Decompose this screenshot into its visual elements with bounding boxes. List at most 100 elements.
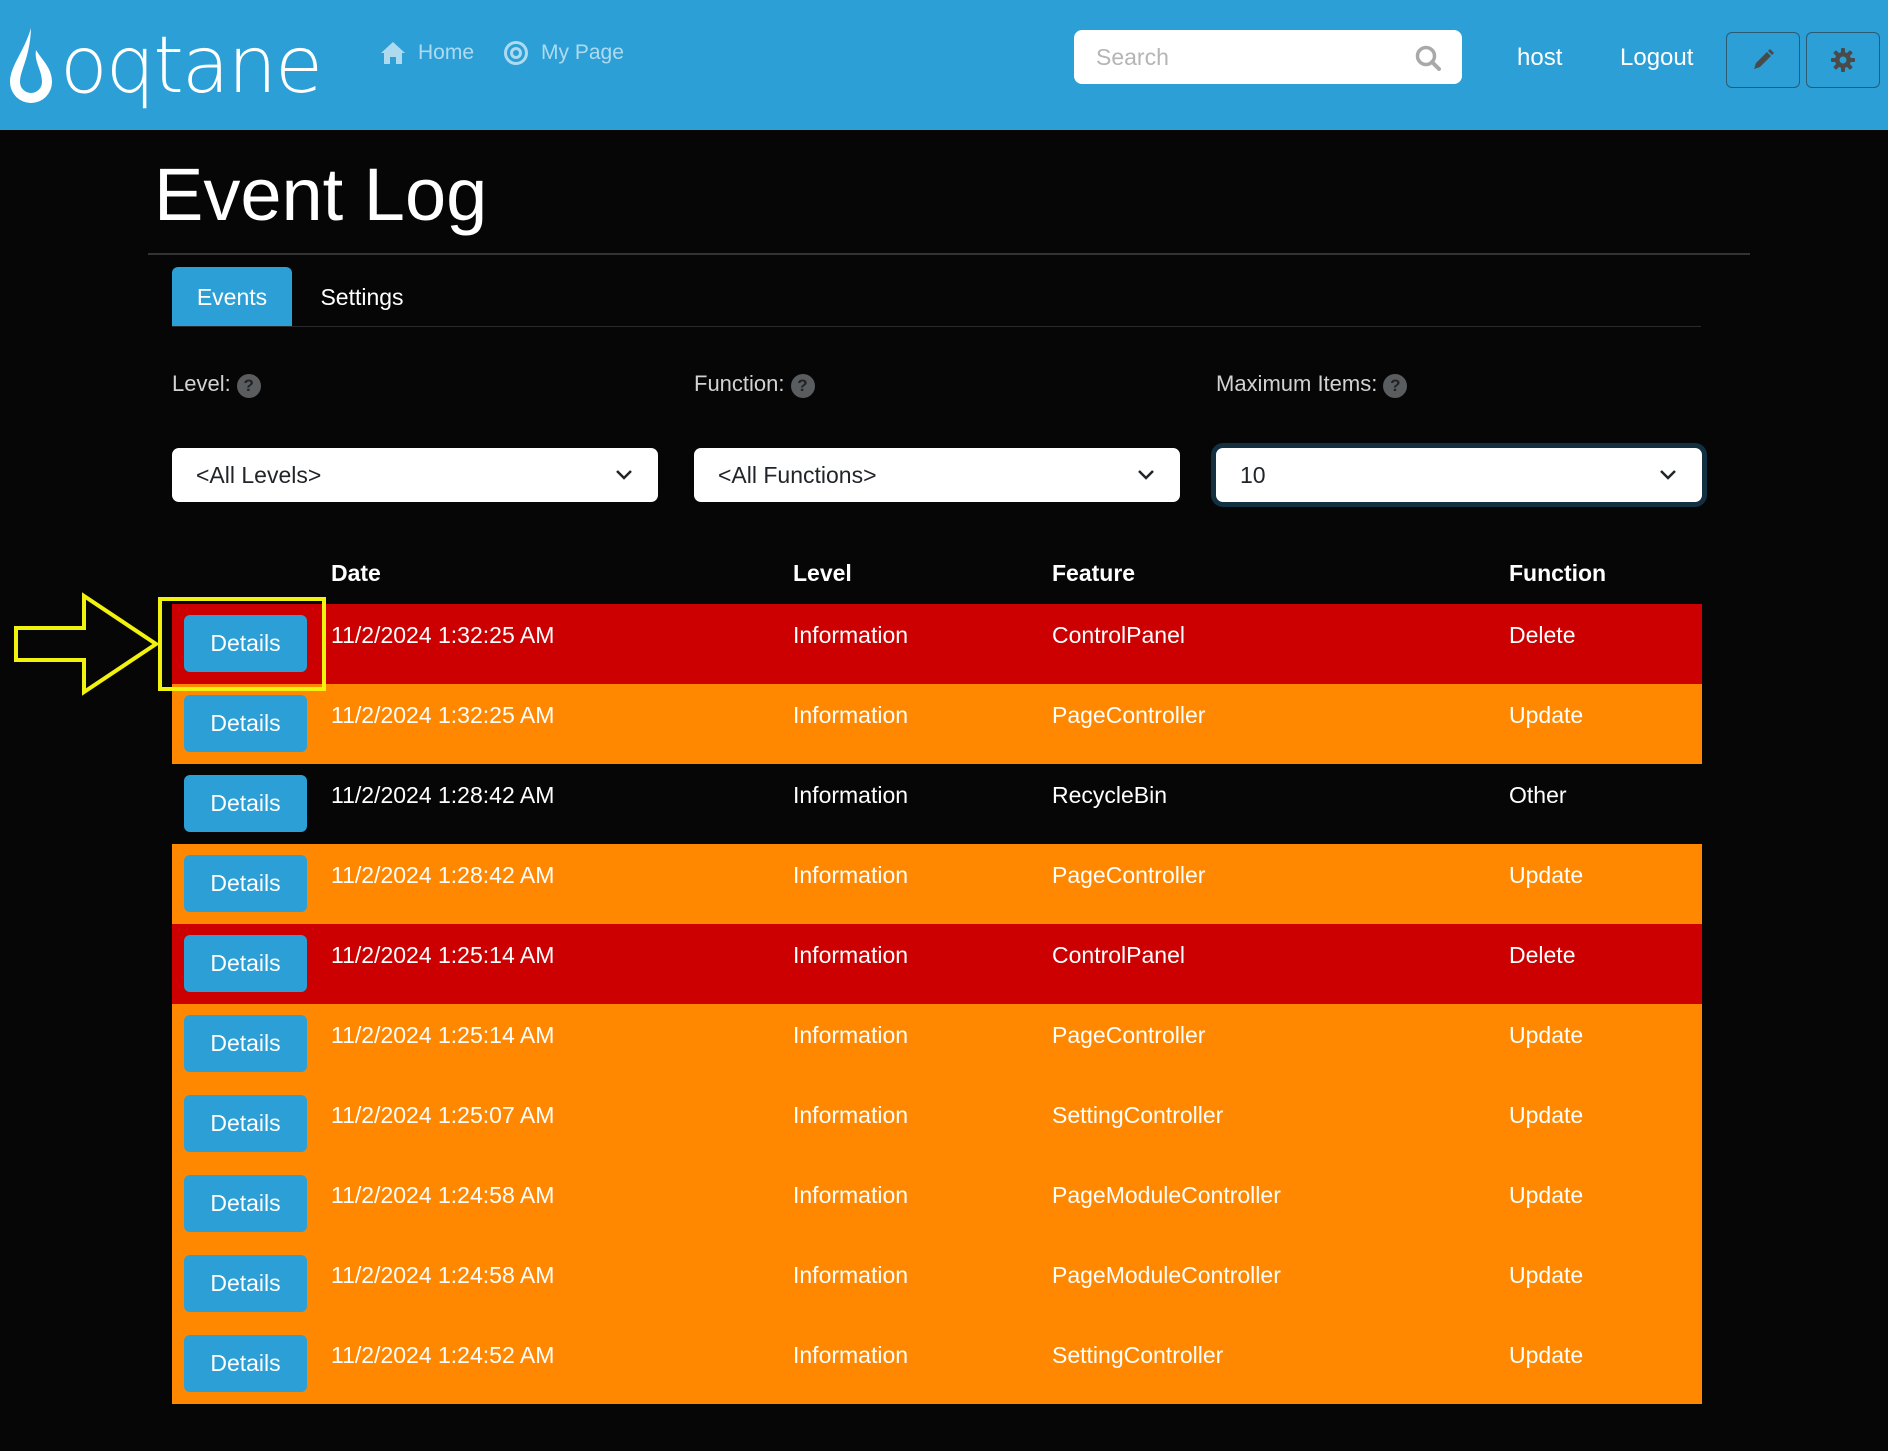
table-row: Details 11/2/2024 1:32:25 AM Information Co… (172, 604, 1702, 684)
details-button[interactable]: Details (184, 695, 307, 752)
function-cell: Update (1509, 1342, 1584, 1368)
level-select-value: <All Levels> (196, 461, 322, 488)
column-header-function: Function (1509, 560, 1607, 586)
search-box (1074, 30, 1462, 84)
feature-cell: PageModuleController (1052, 1262, 1281, 1288)
title-divider (148, 253, 1750, 255)
table-row: Details 11/2/2024 1:25:14 AM Information Pa… (172, 1004, 1702, 1084)
feature-cell: SettingController (1052, 1342, 1224, 1368)
function-label-text: Function: (694, 371, 785, 396)
annotation-arrow-icon (14, 592, 160, 696)
level-cell: Information (793, 1022, 909, 1048)
max-items-label: Maximum Items: ? (1216, 370, 1408, 398)
table-row: Details 11/2/2024 1:25:07 AM Information Se… (172, 1084, 1702, 1164)
date-cell: 11/2/2024 1:25:07 AM (331, 1102, 555, 1128)
chevron-down-icon (616, 470, 632, 480)
column-header-feature: Feature (1052, 560, 1136, 586)
feature-cell: PageModuleController (1052, 1182, 1281, 1208)
date-cell: 11/2/2024 1:24:58 AM (331, 1182, 555, 1208)
level-cell: Information (793, 1182, 909, 1208)
date-cell: 11/2/2024 1:25:14 AM (331, 1022, 555, 1048)
table-row: Details 11/2/2024 1:24:58 AM Information Pa… (172, 1244, 1702, 1324)
gear-icon (1831, 48, 1855, 72)
logout-link[interactable]: Logout (1620, 44, 1693, 72)
function-cell: Update (1509, 1262, 1584, 1288)
nav-my-page-label: My Page (541, 41, 624, 64)
table-row: Details 11/2/2024 1:25:14 AM Information Co… (172, 924, 1702, 1004)
page-title: Event Log (154, 153, 488, 236)
level-cell: Information (793, 782, 909, 808)
search-icon (1415, 45, 1441, 71)
feature-cell: PageController (1052, 702, 1206, 728)
function-cell: Other (1509, 782, 1567, 808)
details-button[interactable]: Details (184, 1335, 307, 1392)
details-button[interactable]: Details (184, 855, 307, 912)
details-button[interactable]: Details (184, 1175, 307, 1232)
details-button[interactable]: Details (184, 1095, 307, 1152)
oqtane-logo[interactable]: oqtane (6, 24, 346, 108)
search-button[interactable] (1412, 42, 1444, 74)
date-cell: 11/2/2024 1:28:42 AM (331, 862, 555, 888)
function-cell: Delete (1509, 942, 1576, 968)
tab-divider (172, 326, 1701, 327)
details-button[interactable]: Details (184, 615, 307, 672)
nav-home[interactable]: Home (380, 38, 474, 68)
table-row: Details 11/2/2024 1:24:58 AM Information Pa… (172, 1164, 1702, 1244)
function-select-value: <All Functions> (718, 461, 877, 488)
control-panel-button[interactable] (1806, 32, 1880, 88)
details-button[interactable]: Details (184, 1015, 307, 1072)
nav-home-label: Home (418, 41, 475, 64)
feature-cell: ControlPanel (1052, 942, 1185, 968)
tab-events[interactable]: Events (172, 267, 292, 327)
date-cell: 11/2/2024 1:32:25 AM (331, 622, 555, 648)
help-icon[interactable]: ? (236, 374, 261, 398)
level-cell: Information (793, 942, 909, 968)
user-link[interactable]: host (1517, 44, 1562, 72)
details-button[interactable]: Details (184, 1255, 307, 1312)
function-cell: Update (1509, 702, 1584, 728)
level-cell: Information (793, 1102, 909, 1128)
date-cell: 11/2/2024 1:32:25 AM (331, 702, 555, 728)
tab-settings[interactable]: Settings (298, 267, 426, 327)
table-row: Details 11/2/2024 1:28:42 AM Information Re… (172, 764, 1702, 844)
table-row: Details 11/2/2024 1:28:42 AM Information Pa… (172, 844, 1702, 924)
feature-cell: SettingController (1052, 1102, 1224, 1128)
search-input[interactable] (1096, 30, 1396, 84)
top-navbar: oqtane Home My Page host Logout (0, 0, 1888, 130)
date-cell: 11/2/2024 1:28:42 AM (331, 782, 555, 808)
column-header-level: Level (793, 560, 852, 586)
target-icon (504, 41, 528, 65)
level-cell: Information (793, 622, 909, 648)
table-row: Details 11/2/2024 1:24:52 AM Information Se… (172, 1324, 1702, 1404)
date-cell: 11/2/2024 1:25:14 AM (331, 942, 555, 968)
home-icon (381, 42, 405, 64)
max-items-select[interactable]: 10 (1216, 448, 1702, 502)
help-icon[interactable]: ? (1383, 374, 1408, 398)
column-header-date: Date (331, 560, 381, 586)
max-items-label-text: Maximum Items: (1216, 371, 1378, 396)
feature-cell: PageController (1052, 1022, 1206, 1048)
max-items-select-value: 10 (1240, 461, 1266, 488)
logo-text: oqtane (60, 21, 323, 111)
function-cell: Update (1509, 1022, 1584, 1048)
function-cell: Update (1509, 1102, 1584, 1128)
details-button[interactable]: Details (184, 935, 307, 992)
level-cell: Information (793, 1262, 909, 1288)
chevron-down-icon (1660, 470, 1676, 480)
function-select[interactable]: <All Functions> (694, 448, 1180, 502)
function-filter-label: Function: ? (694, 370, 815, 398)
chevron-down-icon (1138, 470, 1154, 480)
droplet-logo-icon (10, 28, 52, 103)
date-cell: 11/2/2024 1:24:58 AM (331, 1262, 555, 1288)
edit-mode-button[interactable] (1726, 32, 1800, 88)
level-select[interactable]: <All Levels> (172, 448, 658, 502)
table-row: Details 11/2/2024 1:32:25 AM Information Pa… (172, 684, 1702, 764)
level-cell: Information (793, 702, 909, 728)
feature-cell: ControlPanel (1052, 622, 1185, 648)
level-cell: Information (793, 1342, 909, 1368)
details-button[interactable]: Details (184, 775, 307, 832)
feature-cell: PageController (1052, 862, 1206, 888)
nav-my-page[interactable]: My Page (503, 38, 624, 68)
feature-cell: RecycleBin (1052, 782, 1168, 808)
help-icon[interactable]: ? (790, 374, 815, 398)
